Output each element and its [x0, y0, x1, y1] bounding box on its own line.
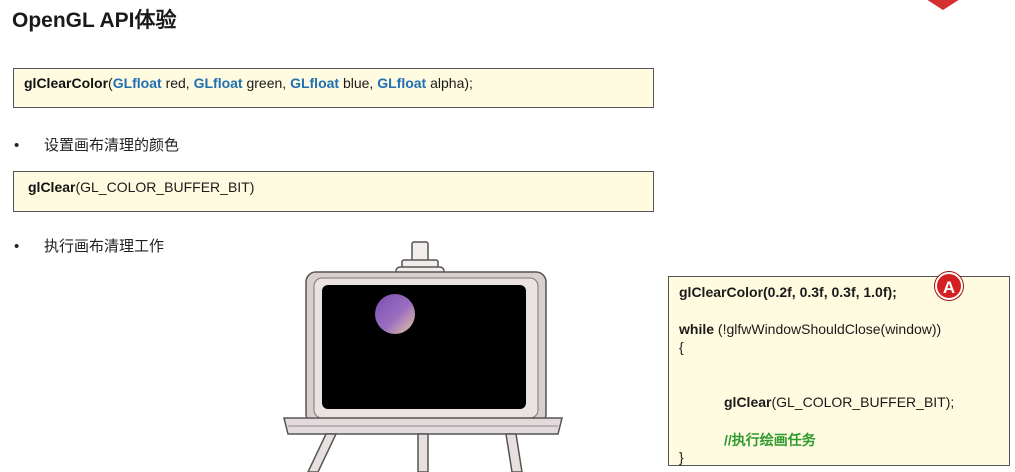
render-loop-code-box: glClearColor(0.2f, 0.3f, 0.3f, 1.0f); wh…: [668, 276, 1010, 466]
function-name: glClear: [28, 179, 76, 195]
bullet-execute-clear: • 执行画布清理工作: [14, 235, 164, 256]
bullet-text: 设置画布清理的颜色: [44, 137, 180, 154]
param-alpha: alpha);: [426, 75, 473, 91]
param-green: green,: [242, 75, 291, 91]
black-canvas: [322, 285, 526, 409]
type-keyword: GLfloat: [377, 75, 427, 91]
type-keyword: GLfloat: [112, 75, 162, 91]
while-line: while (!glfwWindowShouldClose(window)): [679, 321, 941, 337]
bullet-dot: •: [14, 137, 20, 154]
type-keyword: GLfloat: [193, 75, 243, 91]
type-keyword: GLfloat: [290, 75, 340, 91]
gradient-circle: [375, 294, 415, 334]
annotation-badge: A: [935, 272, 963, 300]
bullet-text: 执行画布清理工作: [44, 238, 165, 255]
easel-illustration: [283, 241, 563, 472]
glclear-fn: glClear: [724, 394, 772, 410]
glclearcolor-signature-box: glClearColor(GLfloat red, GLfloat green,…: [13, 68, 654, 108]
clear-color-call: glClearColor(0.2f, 0.3f, 0.3f, 1.0f);: [679, 284, 897, 300]
bullet-set-clear-color: • 设置画布清理的颜色: [14, 134, 179, 155]
easel-legs: [307, 433, 523, 472]
glclear-signature-box: glClear(GL_COLOR_BUFFER_BIT): [13, 171, 654, 212]
glclear-args: (GL_COLOR_BUFFER_BIT);: [771, 394, 955, 410]
param-blue: blue,: [339, 75, 378, 91]
close-brace: }: [679, 449, 684, 465]
function-args: (GL_COLOR_BUFFER_BIT): [75, 179, 255, 195]
corner-logo-fragment: [927, 0, 959, 10]
function-name: glClearColor: [24, 75, 109, 91]
glclear-call: glClear(GL_COLOR_BUFFER_BIT);: [724, 394, 954, 410]
param-red: red,: [161, 75, 194, 91]
while-keyword: while: [679, 321, 715, 337]
bullet-dot: •: [14, 238, 20, 255]
while-condition: (!glfwWindowShouldClose(window)): [714, 321, 942, 337]
draw-comment: //执行绘画任务: [724, 432, 816, 448]
page-title: OpenGL API体验: [12, 9, 177, 32]
open-brace: {: [679, 339, 684, 355]
